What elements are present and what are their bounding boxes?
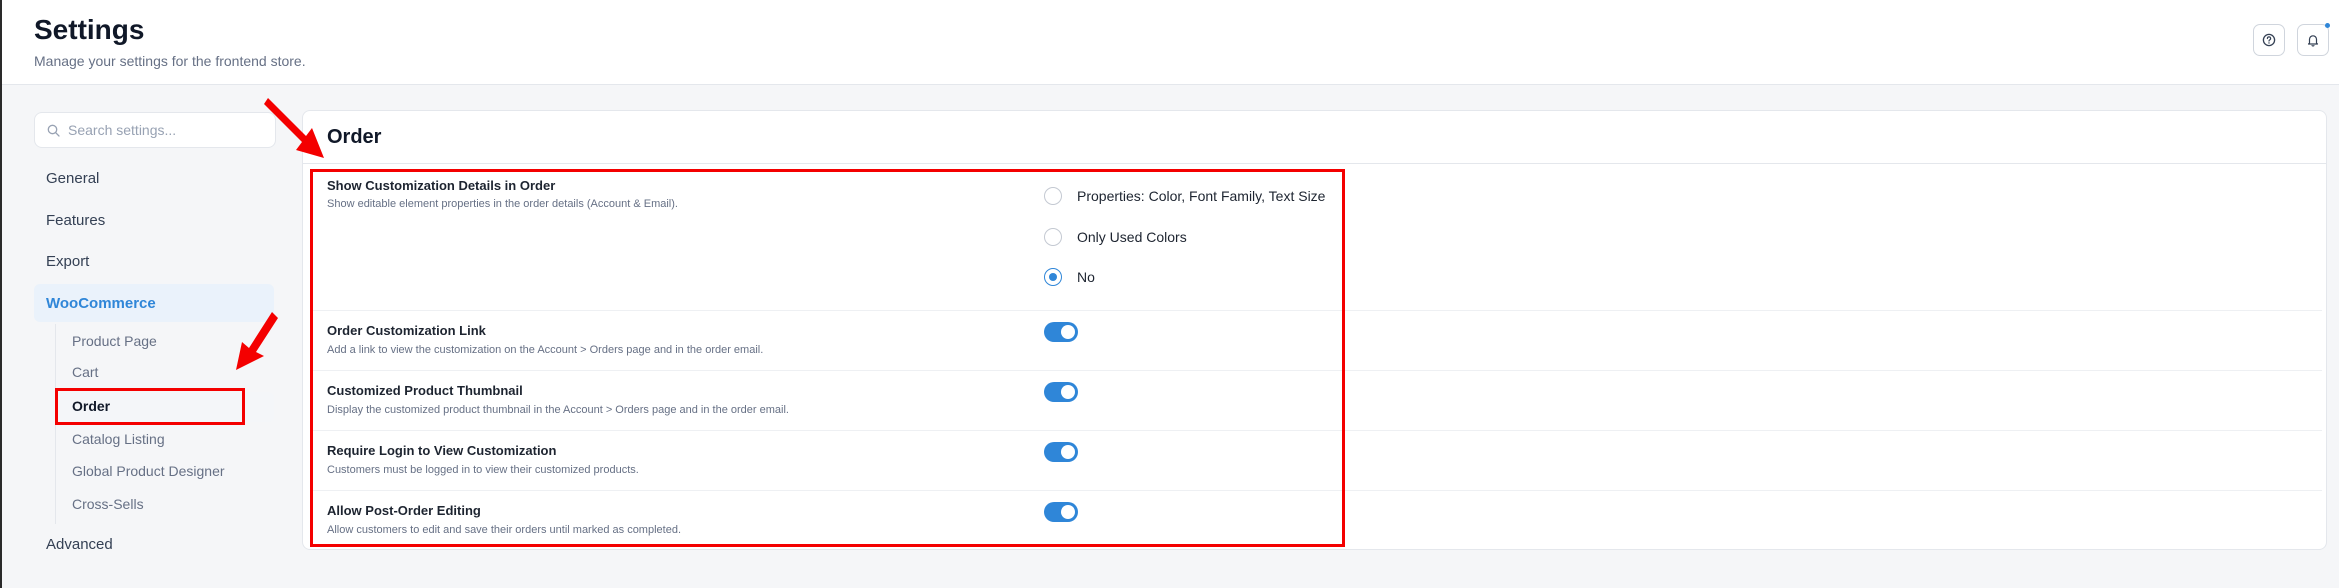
sidebar-item-woocommerce[interactable]: WooCommerce: [46, 295, 156, 312]
search-input[interactable]: [68, 122, 258, 138]
sidebar-item-export[interactable]: Export: [46, 253, 89, 270]
card-header-divider: [302, 163, 2327, 164]
page-subtitle: Manage your settings for the frontend st…: [34, 53, 306, 69]
search-icon: [47, 124, 60, 137]
page-header: Settings Manage your settings for the fr…: [2, 0, 2339, 85]
window-edge: [0, 0, 2, 588]
notification-dot: [2325, 23, 2330, 28]
annotation-highlight-settings: [310, 169, 1345, 547]
sidebar-subitem-catalog-listing[interactable]: Catalog Listing: [72, 431, 165, 447]
bell-icon: [2307, 35, 2319, 47]
sidebar-subitem-cross-sells[interactable]: Cross-Sells: [72, 496, 144, 512]
sidebar-subitem-global-product-designer[interactable]: Global Product Designer: [72, 463, 225, 479]
annotation-arrow-icon: [236, 312, 278, 370]
sidebar-subitem-cart[interactable]: Cart: [72, 364, 98, 380]
search-settings[interactable]: [34, 112, 276, 148]
section-title: Order: [327, 126, 382, 148]
help-button[interactable]: [2253, 24, 2285, 56]
sidebar-item-general[interactable]: General: [46, 170, 99, 187]
sidebar-item-features[interactable]: Features: [46, 212, 105, 229]
annotation-highlight-order-item: [55, 388, 245, 425]
annotation-arrow-icon: [264, 98, 324, 158]
page-title: Settings: [34, 14, 145, 45]
help-circle-icon: [2262, 33, 2276, 47]
sidebar-subitem-product-page[interactable]: Product Page: [72, 333, 157, 349]
sidebar-item-advanced[interactable]: Advanced: [46, 536, 113, 553]
notifications-button[interactable]: [2297, 23, 2330, 56]
